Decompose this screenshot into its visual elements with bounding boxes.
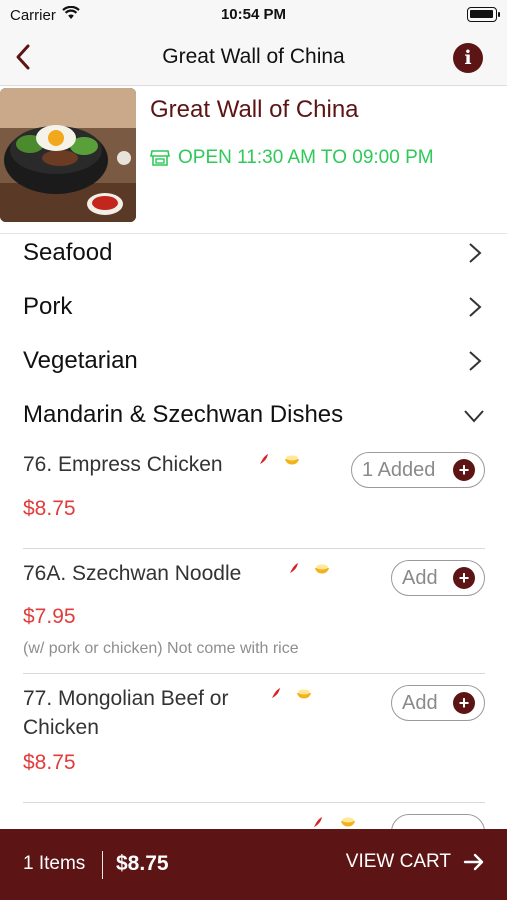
chevron-down-icon <box>464 410 484 423</box>
add-button-label: 1 Added <box>362 458 436 481</box>
item-name: 76A. Szechwan Noodle <box>23 562 242 585</box>
info-icon: i <box>464 47 472 69</box>
add-button[interactable]: Add + <box>391 685 485 721</box>
spicy-icon <box>314 817 322 827</box>
cart-item-count: 1 Items <box>23 853 86 874</box>
add-button-label: Add <box>402 691 438 714</box>
spicy-icon <box>272 688 280 698</box>
store-icon <box>150 150 170 166</box>
view-cart-label: VIEW CART <box>345 851 451 872</box>
item-price: $8.75 <box>23 497 76 520</box>
item-price: $8.75 <box>23 751 76 774</box>
category-row-pork[interactable]: Pork <box>0 280 507 334</box>
divider <box>23 548 485 549</box>
item-name-line-2: Chicken <box>23 716 99 739</box>
menu-item-empress-chicken[interactable]: 76. Empress Chicken 1 Added + $8.75 <box>0 450 507 548</box>
rice-icon <box>297 689 311 698</box>
arrow-right-icon <box>463 853 484 871</box>
restaurant-photo <box>0 88 136 222</box>
divider <box>23 673 485 674</box>
plus-icon: + <box>453 692 475 714</box>
status-time: 10:54 PM <box>220 6 287 23</box>
category-row-mandarin-szechwan[interactable]: Mandarin & Szechwan Dishes <box>0 388 507 442</box>
category-row-vegetarian[interactable]: Vegetarian <box>0 334 507 388</box>
menu-item-partial <box>0 812 507 829</box>
item-tags <box>270 686 312 700</box>
page-title: Great Wall of China <box>162 45 345 68</box>
spicy-icon <box>260 454 268 464</box>
battery-icon <box>467 7 500 22</box>
rice-icon <box>285 455 299 464</box>
spicy-icon <box>290 563 298 573</box>
item-name: 76. Empress Chicken <box>23 453 223 476</box>
divider <box>23 802 485 803</box>
navigation-bar: Great Wall of China i <box>0 30 507 86</box>
opening-hours-text: OPEN 11:30 AM TO 09:00 PM <box>178 147 434 168</box>
category-row-seafood[interactable]: Seafood <box>0 226 507 280</box>
add-button-partial <box>391 814 485 829</box>
add-button-label: Add <box>402 566 438 589</box>
rice-icon <box>341 817 355 827</box>
cart-total: $8.75 <box>116 852 169 875</box>
item-tags <box>258 452 300 466</box>
info-button[interactable]: i <box>453 43 483 73</box>
category-label: Vegetarian <box>23 347 138 374</box>
chevron-right-icon <box>469 297 482 317</box>
item-name-line-1: 77. Mongolian Beef or <box>23 687 229 710</box>
cart-bar[interactable]: 1 Items $8.75 VIEW CART <box>0 829 507 900</box>
added-button[interactable]: 1 Added + <box>351 452 485 488</box>
chevron-right-icon <box>469 351 482 371</box>
restaurant-name: Great Wall of China <box>150 96 359 123</box>
category-label: Seafood <box>23 239 113 266</box>
category-label: Pork <box>23 293 73 320</box>
plus-icon: + <box>453 459 475 481</box>
cart-separator <box>102 851 103 879</box>
view-cart-button[interactable]: VIEW CART <box>346 851 485 873</box>
menu-item-szechwan-noodle[interactable]: 76A. Szechwan Noodle Add + $7.95 (w/ por… <box>0 558 507 672</box>
item-price: $7.95 <box>23 605 76 628</box>
status-bar: Carrier 10:54 PM <box>0 0 507 30</box>
add-button[interactable]: Add + <box>391 560 485 596</box>
menu-item-mongolian-beef[interactable]: 77. Mongolian Beef or Chicken Add + $8.7… <box>0 683 507 801</box>
plus-icon: + <box>453 567 475 589</box>
item-tags <box>288 561 330 575</box>
chevron-right-icon <box>469 243 482 263</box>
opening-hours: OPEN 11:30 AM TO 09:00 PM <box>150 147 434 169</box>
restaurant-header: Great Wall of China OPEN 11:30 AM TO 09:… <box>0 86 507 234</box>
item-note: (w/ pork or chicken) Not come with rice <box>23 640 299 657</box>
category-label: Mandarin & Szechwan Dishes <box>23 401 344 428</box>
rice-icon <box>315 564 329 573</box>
